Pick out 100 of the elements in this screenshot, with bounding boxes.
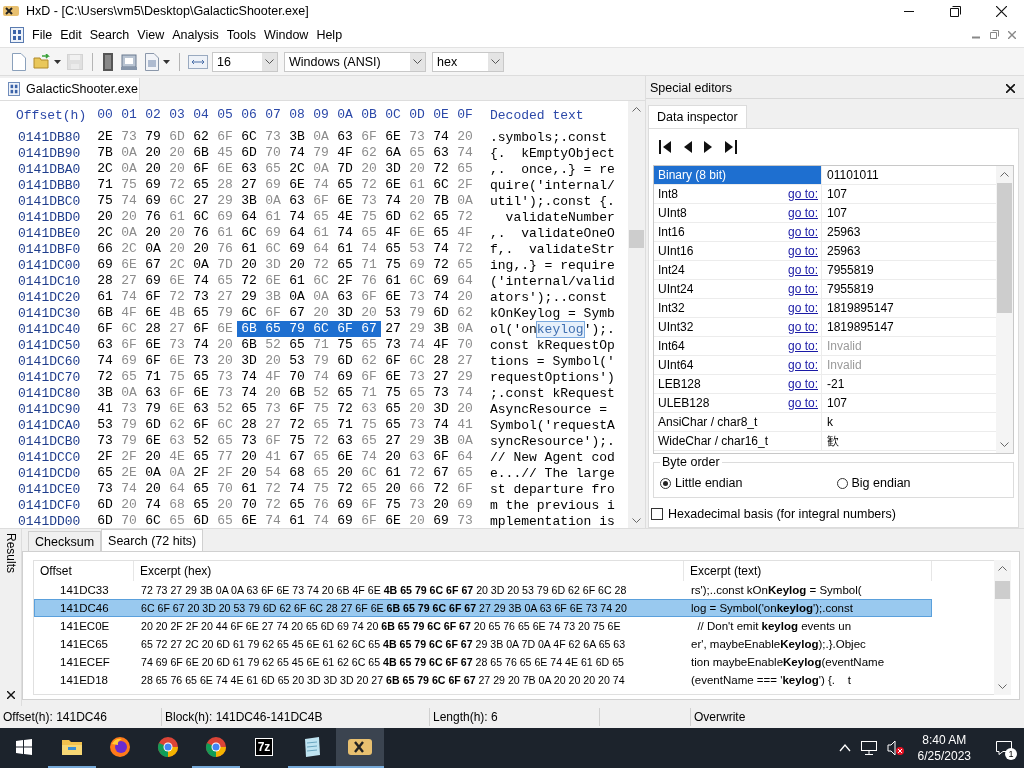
radio-button[interactable]: Big endian [836,476,1013,490]
document-tab[interactable]: GalacticShooter.exe [0,78,140,100]
decoded-text[interactable]: ;.const kRequest [490,385,615,401]
decoded-text[interactable]: ,. once,.} = re [490,161,615,177]
hex-bytes[interactable]: 41 73 79 6E 63 52 65 73 6F 75 72 63 65 20 3D 20 [93,401,477,417]
scroll-down-icon[interactable] [1000,442,1009,447]
type-cell[interactable]: Int16 go to: [654,223,822,241]
checkbox[interactable]: Hexadecimal basis (for integral numbers) [651,507,1014,521]
radio-button[interactable]: Little endian [660,476,837,490]
menu-item[interactable]: Analysis [168,25,223,44]
decoded-text[interactable]: mplementation is [490,513,615,528]
document-icon[interactable] [10,26,24,43]
decoded-text[interactable]: .symbols;.const [490,129,615,145]
type-cell[interactable]: UInt16 go to: [654,242,822,260]
type-cell[interactable]: UInt32 go to: [654,318,822,336]
selected-bytes[interactable]: 6B 65 79 6C 6F 67 [237,321,381,337]
menu-item[interactable]: Edit [56,25,86,44]
menu-item[interactable]: Tools [222,25,260,44]
decoded-text[interactable]: validateNumber [490,209,615,225]
type-cell[interactable]: ULEB128 go to: [654,394,822,412]
decoded-text[interactable]: quire('internal/ [490,177,615,193]
column-header[interactable]: Offset [34,561,134,581]
hex-bytes[interactable]: 75 74 69 6C 27 29 3B 0A 63 6F 6E 73 74 20 7B 0A [93,193,477,209]
hex-bytes[interactable]: 2C 0A 20 20 6F 6E 63 65 2C 0A 7D 20 3D 20 72 65 [93,161,477,177]
menu-item[interactable]: Help [312,25,347,44]
type-cell[interactable]: LEB128 go to: [654,375,822,393]
hex-bytes[interactable]: 71 75 69 72 65 28 27 69 6E 74 65 72 6E 61 6C 2F [93,177,477,193]
scroll-down-icon[interactable] [998,684,1007,689]
type-cell[interactable]: Int8 go to: [654,185,822,203]
result-row[interactable]: 141ECEF 74 69 6F 6E 20 6D 61 79 62 65 45 6E 61 62 6C 65 4B 65 79 6C 6F 67 28 65 76 65 6E 74 4E 61 6D 65 tion maybeEnableKeylog(eventName [34,653,932,671]
result-row[interactable]: 141EC0E 20 20 2F 2F 20 44 6F 6E 27 74 20 65 6D 69 74 20 6B 65 79 6C 6F 67 20 65 76 65 6E 74 73 20 75 6E // Don't emit keylog events un [34,617,932,635]
decoded-text[interactable]: ');. [583,321,615,337]
hex-bytes[interactable]: 53 79 6D 62 6F 6C 28 27 72 65 71 75 65 73 74 41 [93,417,477,433]
goto-link[interactable]: go to: [787,396,818,410]
scrollbar-thumb[interactable] [629,230,644,248]
offset-base-select[interactable]: hex [432,51,504,72]
scroll-up-icon[interactable] [998,566,1007,571]
scrollbar-thumb[interactable] [997,183,1012,313]
result-row[interactable]: 141ED18 28 65 76 65 6E 74 4E 61 6D 65 20 3D 3D 3D 20 27 6B 65 79 6C 6F 67 27 29 20 7B 0A 20 20 20 20 74 (eventName === 'keylog') {. t [34,671,932,689]
scrollbar-thumb[interactable] [995,581,1010,599]
hex-bytes[interactable]: 6D 70 6C 65 6D 65 6E 74 61 74 69 6F 6E 20 69 73 [93,513,477,528]
goto-link[interactable]: go to: [787,320,818,334]
decoded-text[interactable]: ing,.} = require [490,257,615,273]
menu-item[interactable]: Search [85,25,134,44]
type-cell[interactable]: UInt24 go to: [654,280,822,298]
hex-bytes[interactable]: 6B 4F 6E 4B 65 79 6C 6F 67 20 3D 20 53 79 6D 62 [93,305,477,321]
hex-bytes[interactable]: 20 20 76 61 6C 69 64 61 74 65 4E 75 6D 62 65 72 [93,209,477,225]
hex-bytes[interactable]: 65 2E 0A 0A 2F 2F 20 54 68 65 20 6C 61 72 67 65 [93,465,477,481]
column-header[interactable]: Excerpt (hex) [134,561,684,581]
goto-link[interactable]: go to: [787,377,818,391]
decoded-text[interactable]: {. kEmptyObject [490,145,615,161]
column-header[interactable]: Excerpt (text) [684,561,932,581]
network-icon[interactable] [859,740,878,756]
decoded-text[interactable]: ators');..const [490,289,615,305]
notification-button[interactable]: 1 [984,728,1024,768]
close-button[interactable] [5,690,16,700]
hex-bytes[interactable]: 2C 0A 20 20 76 61 6C 69 64 61 74 65 4F 6E 65 4F [93,225,477,241]
results-tab[interactable]: Search (72 hits) [101,529,204,551]
decoded-text[interactable]: // New Agent cod [490,449,615,465]
goto-link[interactable]: go to: [787,282,818,296]
inspector-tab[interactable]: Data inspector [648,105,747,128]
result-row[interactable]: 141EC65 65 72 27 2C 20 6D 61 79 62 65 45 6E 61 62 6C 65 4B 65 79 6C 6F 67 29 3B 0A 7D 0A 4F 62 6A 65 63 er', maybeEnableKeylog);.}.Objec [34,635,932,653]
menu-item[interactable]: File [28,25,57,44]
scroll-up-icon[interactable] [632,107,641,112]
previous-icon[interactable] [683,140,693,154]
hex-bytes[interactable]: 63 6F 6E 73 74 20 6B 52 65 71 75 65 73 74 4F 70 [93,337,477,353]
hex-bytes[interactable]: 69 6E 67 2C 0A 7D 20 3D 20 72 65 71 75 69 72 65 [93,257,477,273]
first-icon[interactable] [659,140,673,154]
goto-link[interactable]: go to: [787,187,818,201]
encoding-select[interactable]: Windows (ANSI) [284,51,426,72]
selected-text[interactable]: keylog [536,321,584,337]
hex-bytes[interactable]: 61 74 6F 72 73 27 29 3B 0A 0A 63 6F 6E 73 74 20 [93,289,477,305]
hex-bytes[interactable]: 2F 2F 20 4E 65 77 20 41 67 65 6E 74 20 63 6F 64 [93,449,477,465]
menu-item[interactable]: Window [259,25,313,44]
results-tab[interactable]: Checksum [28,531,102,551]
hex-bytes[interactable]: 6F 6C 28 27 6F 6E [93,321,237,337]
result-row[interactable]: 141DC46 6C 6F 67 20 3D 20 53 79 6D 62 6F 6C 28 27 6F 6E 6B 65 79 6C 6F 67 27 29 3B 0A 63 6F 6E 73 74 20 log = Symbol('onkeylog');.const [34,599,932,617]
type-cell[interactable]: Int24 go to: [654,261,822,279]
hex-bytes[interactable]: 7B 0A 20 20 6B 45 6D 70 74 79 4F 62 6A 65 63 74 [93,145,477,161]
hex-bytes[interactable]: 2E 73 79 6D 62 6F 6C 73 3B 0A 63 6F 6E 73 74 20 [93,129,477,145]
scrollbar[interactable] [994,560,1011,695]
decoded-text[interactable]: f,. validateStr [490,241,615,257]
menu-item[interactable]: View [133,25,169,44]
decoded-text[interactable]: util');.const {. [490,193,615,209]
scroll-up-icon[interactable] [1000,172,1009,177]
goto-link[interactable]: go to: [787,206,818,220]
hex-bytes[interactable]: 27 29 3B 0A [381,321,477,337]
taskbar-app-button[interactable] [336,728,384,768]
caret-up-icon[interactable] [838,744,851,752]
scrollbar[interactable] [628,101,645,528]
hex-bytes[interactable]: 73 74 20 64 65 70 61 72 74 75 72 65 20 66 72 6F [93,481,477,497]
decoded-text[interactable]: AsyncResource = [490,401,615,417]
next-icon[interactable] [703,140,713,154]
hex-bytes[interactable]: 3B 0A 63 6F 6E 73 74 20 6B 52 65 71 75 65 73 74 [93,385,477,401]
hex-bytes[interactable]: 72 65 71 75 65 73 74 4F 70 74 69 6F 6E 73 27 29 [93,369,477,385]
bytes-per-row-select[interactable]: 16 [212,51,278,72]
archiver-button[interactable]: 7z [240,728,288,768]
type-cell[interactable]: WideChar / char16_t [654,432,822,450]
last-icon[interactable] [723,140,737,154]
decoded-text[interactable]: const kRequestOp [490,337,615,353]
